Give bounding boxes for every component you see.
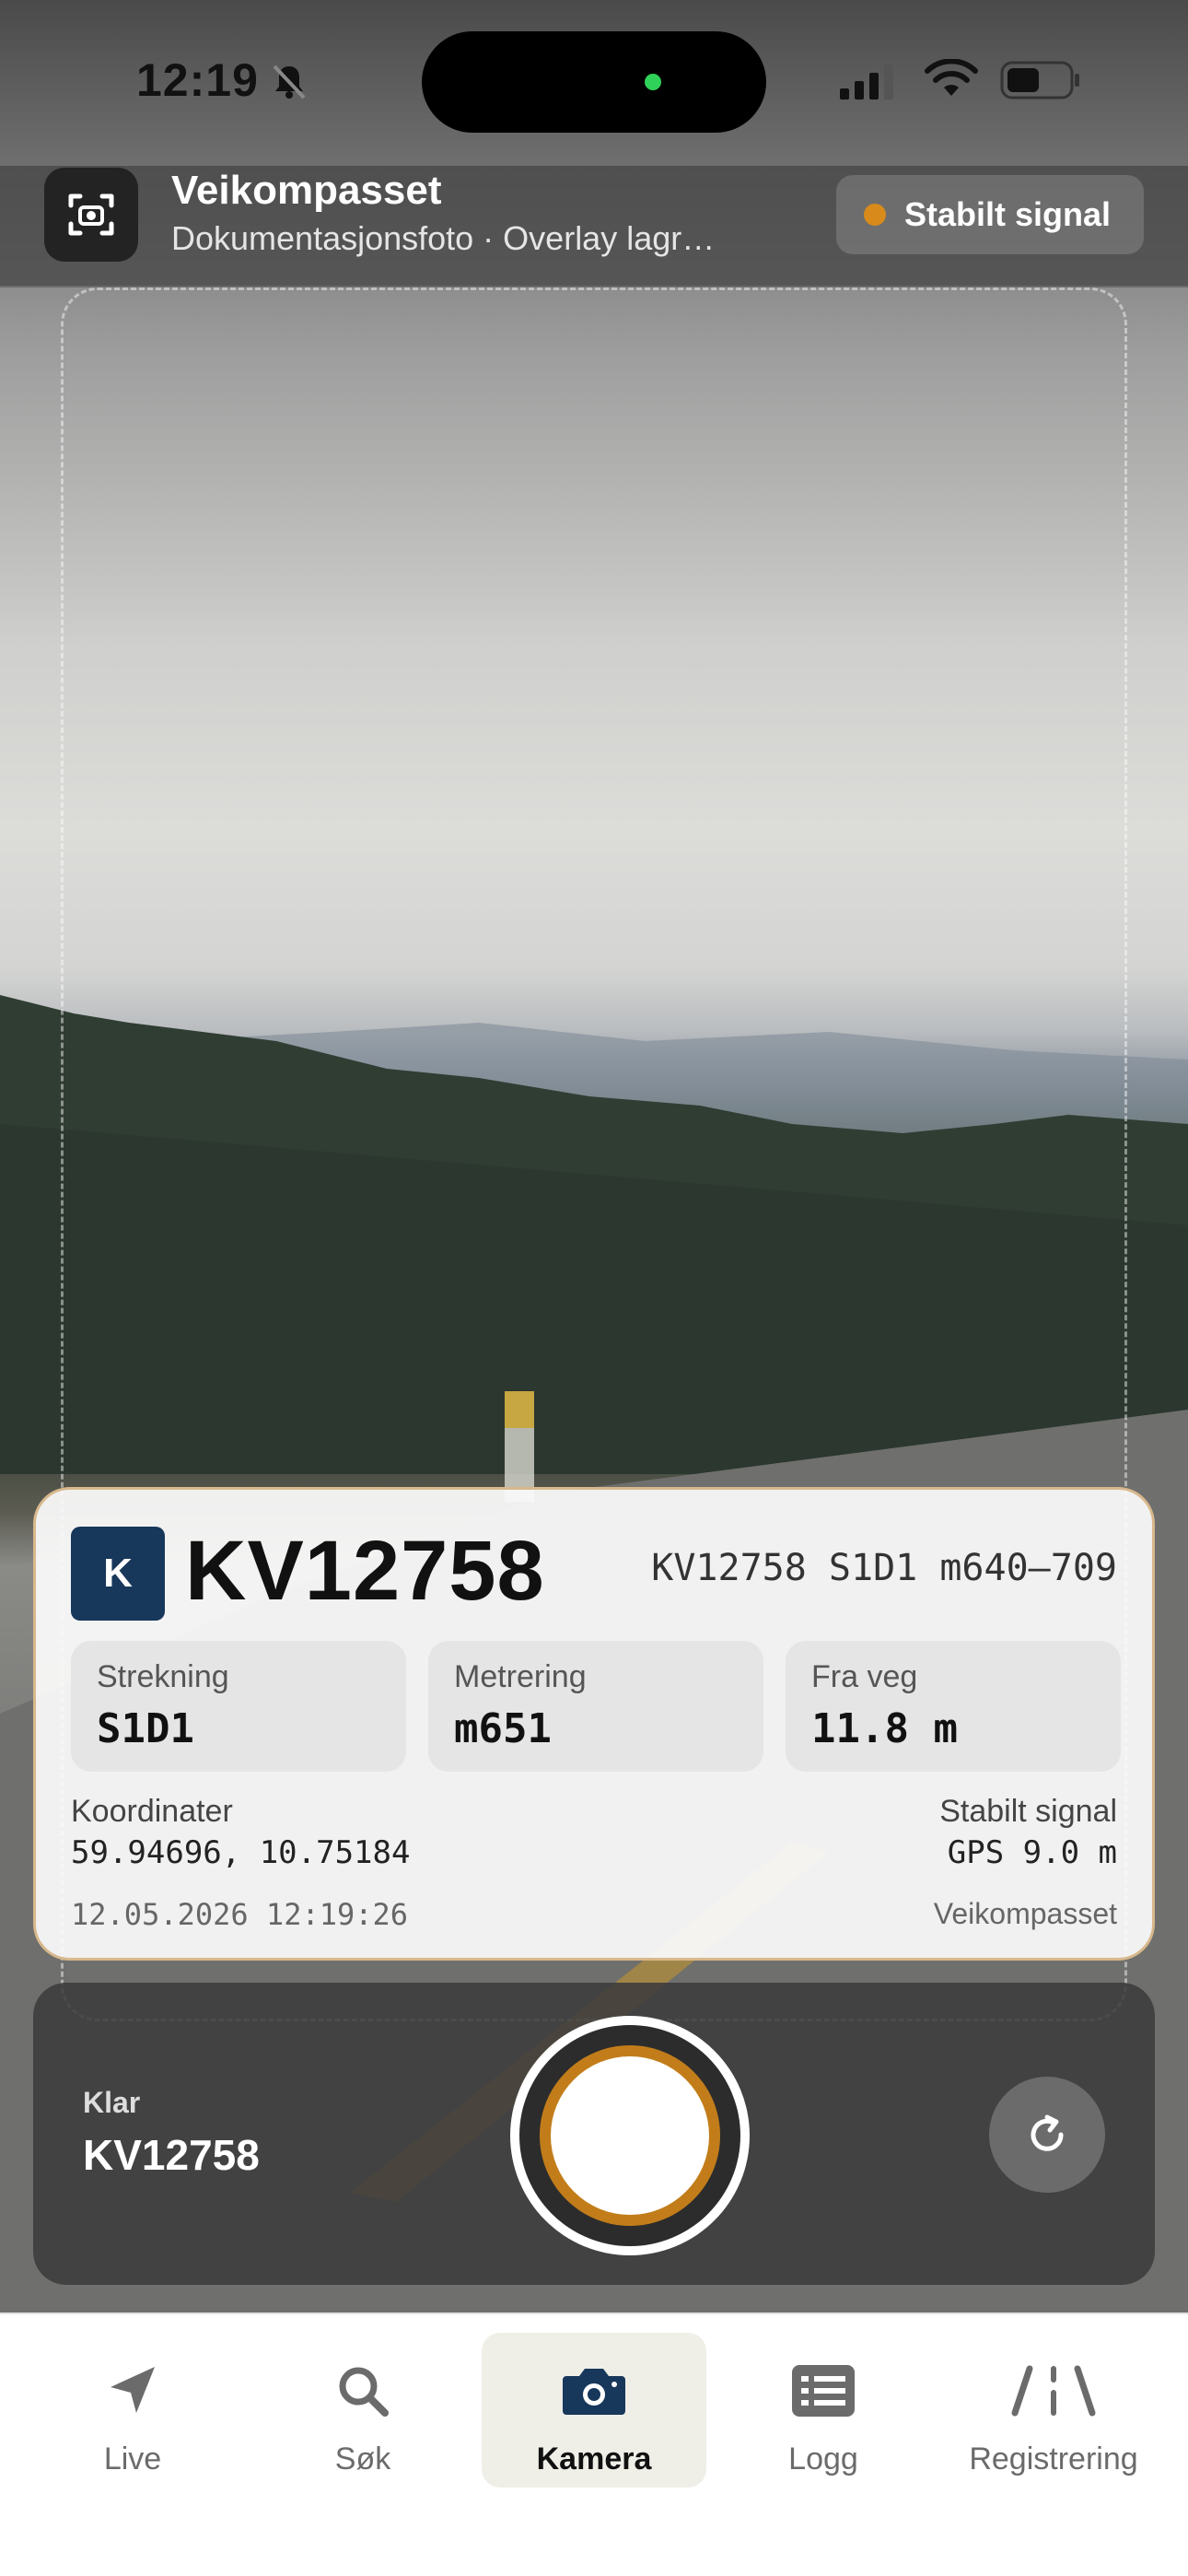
tab-label: Kamera <box>536 2441 652 2476</box>
location-arrow-icon <box>20 2359 245 2423</box>
tile-value: m651 <box>454 1705 552 1752</box>
camera-icon <box>482 2359 706 2423</box>
tab-bar: Live Søk Kamera Logg Registrering <box>0 2313 1188 2576</box>
tile-label: Fra veg <box>811 1659 918 1694</box>
shutter-icon <box>551 2056 709 2215</box>
tile-label: Metrering <box>454 1659 587 1694</box>
tab-label: Live <box>103 2441 162 2476</box>
overlay-brand: Veikompasset <box>933 1897 1117 1930</box>
app-header: Veikompasset Dokumentasjonsfoto · Overla… <box>0 166 1188 287</box>
coordinates-label: Koordinater <box>71 1794 233 1829</box>
camera-scan-icon[interactable] <box>44 168 138 262</box>
tab-sok[interactable]: Søk <box>250 2333 475 2488</box>
capture-panel: Klar KV12758 <box>33 1983 1155 2285</box>
tab-label: Logg <box>788 2441 858 2476</box>
road-reference: KV12758 S1D1 m640–709 <box>651 1547 1117 1589</box>
signal-status-pill[interactable]: Stabilt signal <box>836 175 1144 254</box>
signal-status-dot <box>864 204 886 226</box>
camera-indicator-dot <box>645 74 661 90</box>
road-overlay-card: K KV12758 KV12758 S1D1 m640–709 Streknin… <box>33 1487 1155 1961</box>
tab-label: Registrering <box>969 2441 1138 2476</box>
tab-kamera[interactable]: Kamera <box>482 2333 706 2488</box>
refresh-button[interactable] <box>989 2077 1105 2193</box>
status-bar: 12:19 <box>0 0 1188 166</box>
app-title: Veikompasset <box>171 168 442 213</box>
capture-status-label: Klar <box>83 2086 141 2119</box>
tile-value: 11.8 m <box>811 1705 958 1752</box>
dynamic-island <box>422 31 766 133</box>
gps-accuracy: GPS 9.0 m <box>947 1834 1117 1871</box>
cellular-signal-icon <box>840 64 893 100</box>
camera-viewfinder <box>0 0 1188 2313</box>
refresh-icon <box>1031 2114 1064 2151</box>
road-type-badge: K <box>71 1527 165 1621</box>
app-subtitle: Dokumentasjonsfoto · Overlay lagr… <box>171 219 716 257</box>
road-id: KV12758 <box>185 1524 545 1618</box>
tile-value: S1D1 <box>97 1705 194 1752</box>
tab-logg[interactable]: Logg <box>711 2333 936 2488</box>
signal-quality-label: Stabilt signal <box>939 1794 1117 1829</box>
shutter-button[interactable] <box>510 2016 750 2255</box>
status-time: 12:19 <box>136 54 259 106</box>
log-list-icon <box>711 2359 936 2423</box>
tile-strekning: Strekning S1D1 <box>71 1641 406 1772</box>
tile-fra-veg: Fra veg 11.8 m <box>786 1641 1121 1772</box>
tab-registrering[interactable]: Registrering <box>941 2333 1166 2488</box>
road-icon <box>941 2359 1166 2423</box>
tab-label: Søk <box>334 2441 391 2476</box>
signal-status-label: Stabilt signal <box>904 195 1112 233</box>
tile-metrering: Metrering m651 <box>428 1641 763 1772</box>
tile-label: Strekning <box>97 1659 229 1694</box>
capture-road-id: KV12758 <box>83 2131 260 2179</box>
wifi-icon <box>925 59 978 96</box>
capture-timestamp: 12.05.2026 12:19:26 <box>71 1897 409 1932</box>
battery-icon <box>1000 61 1079 100</box>
search-icon <box>250 2359 475 2423</box>
coordinates-value: 59.94696, 10.75184 <box>71 1834 411 1871</box>
bell-slash-icon <box>273 64 306 100</box>
tab-live[interactable]: Live <box>20 2333 245 2488</box>
